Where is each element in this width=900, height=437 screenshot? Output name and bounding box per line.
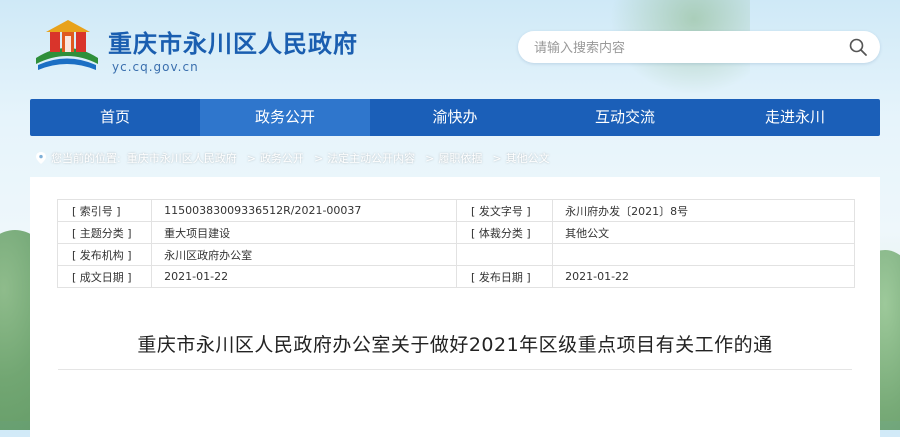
nav-item-government-affairs[interactable]: 政务公开 — [200, 99, 370, 136]
table-row: [ 成文日期 ] 2021-01-22 [ 发布日期 ] 2021-01-22 — [56, 265, 855, 288]
table-row: [ 索引号 ] 11500383009336512R/2021-00037 [ … — [56, 199, 855, 222]
main-navigation: 首页 政务公开 渝快办 互动交流 走进永川 — [30, 99, 880, 136]
search-icon[interactable] — [848, 37, 868, 57]
document-title: 重庆市永川区人民政府办公室关于做好2021年区级重点项目有关工作的通 — [137, 334, 773, 356]
breadcrumb-item[interactable]: 法定主动公开内容 — [327, 150, 415, 166]
nav-item-home[interactable]: 首页 — [30, 99, 200, 136]
nav-item-interaction[interactable]: 互动交流 — [540, 99, 710, 136]
meta-key: [ 成文日期 ] — [56, 265, 153, 288]
meta-value: 2021-01-22 — [552, 265, 855, 288]
table-row: [ 发布机构 ] 永川区政府办公室 — [56, 243, 855, 266]
title-divider — [58, 369, 852, 370]
site-logo-icon[interactable] — [32, 18, 102, 74]
nav-item-about-yongchuan[interactable]: 走进永川 — [710, 99, 880, 136]
meta-value — [552, 243, 855, 266]
breadcrumb: 您当前的位置: 重庆市永川区人民政府 > 政务公开 > 法定主动公开内容 > 履… — [36, 150, 556, 166]
nav-item-yukuaiban[interactable]: 渝快办 — [370, 99, 540, 136]
meta-value: 其他公文 — [552, 221, 855, 244]
breadcrumb-prefix: 您当前的位置: — [51, 152, 121, 165]
search-input[interactable] — [532, 31, 836, 65]
breadcrumb-item[interactable]: 重庆市永川区人民政府 — [127, 150, 237, 166]
breadcrumb-separator: > — [492, 151, 502, 165]
meta-key: [ 发布日期 ] — [456, 265, 554, 288]
document-metadata-table: [ 索引号 ] 11500383009336512R/2021-00037 [ … — [56, 199, 855, 288]
meta-value: 2021-01-22 — [151, 265, 458, 288]
location-pin-icon — [36, 152, 46, 164]
search-box — [518, 31, 880, 65]
content-panel: [ 索引号 ] 11500383009336512R/2021-00037 [ … — [30, 177, 880, 437]
meta-key — [456, 243, 554, 266]
breadcrumb-item[interactable]: 履职依据 — [438, 150, 482, 166]
meta-key: [ 索引号 ] — [56, 199, 153, 222]
meta-value: 永川区政府办公室 — [151, 243, 458, 266]
table-row: [ 主题分类 ] 重大项目建设 [ 体裁分类 ] 其他公文 — [56, 221, 855, 244]
site-domain: yc.cq.gov.cn — [112, 60, 199, 74]
site-header: 重庆市永川区人民政府 yc.cq.gov.cn — [0, 0, 900, 95]
site-title[interactable]: 重庆市永川区人民政府 — [108, 24, 358, 59]
breadcrumb-item[interactable]: 政务公开 — [260, 150, 304, 166]
breadcrumb-separator: > — [246, 151, 256, 165]
breadcrumb-separator: > — [313, 151, 324, 165]
meta-value: 11500383009336512R/2021-00037 — [151, 199, 458, 222]
meta-key: [ 体裁分类 ] — [456, 221, 554, 244]
meta-value: 永川府办发〔2021〕8号 — [552, 199, 855, 222]
meta-key: [ 发文字号 ] — [456, 199, 554, 222]
meta-key: [ 主题分类 ] — [56, 221, 153, 244]
meta-value: 重大项目建设 — [151, 221, 458, 244]
meta-key: [ 发布机构 ] — [56, 243, 153, 266]
breadcrumb-separator: > — [425, 151, 435, 165]
breadcrumb-item[interactable]: 其他公文 — [506, 150, 550, 166]
